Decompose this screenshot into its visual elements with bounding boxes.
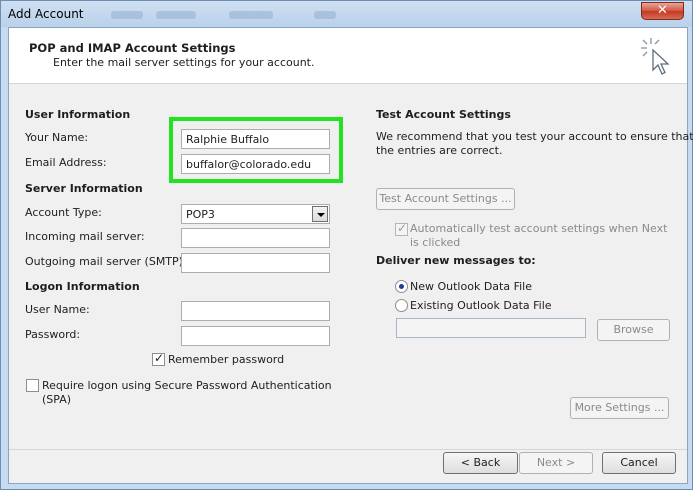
wizard-cursor-icon xyxy=(641,38,670,75)
server-information-heading: Server Information xyxy=(25,182,143,195)
close-button[interactable]: ✕ xyxy=(641,2,684,20)
back-button[interactable]: < Back xyxy=(443,452,518,474)
account-type-select[interactable]: POP3 xyxy=(181,204,330,224)
title-bar-decoration xyxy=(229,11,273,19)
test-description: We recommend that you test your account … xyxy=(376,130,693,143)
account-type-value: POP3 xyxy=(186,208,215,221)
dialog-header: POP and IMAP Account Settings Enter the … xyxy=(9,28,687,84)
spa-label: Require logon using Secure Password Auth… xyxy=(42,379,332,392)
password-field[interactable] xyxy=(181,326,330,346)
outgoing-server-label: Outgoing mail server (SMTP): xyxy=(25,255,187,268)
remember-password-label: Remember password xyxy=(168,353,285,366)
footer-divider xyxy=(9,449,687,450)
title-bar-decoration xyxy=(111,11,143,19)
new-data-file-label: New Outlook Data File xyxy=(410,280,532,293)
deliver-messages-heading: Deliver new messages to: xyxy=(376,254,536,267)
outgoing-server-field[interactable] xyxy=(181,253,330,273)
incoming-server-label: Incoming mail server: xyxy=(25,230,145,243)
spa-checkbox[interactable] xyxy=(26,379,39,392)
title-bar-decoration xyxy=(314,11,336,19)
auto-test-checkbox[interactable] xyxy=(395,221,408,236)
auto-test-label: Automatically test account settings when… xyxy=(410,222,668,235)
window-title: Add Account xyxy=(8,7,84,21)
existing-data-file-path[interactable] xyxy=(396,318,586,338)
test-account-settings-heading: Test Account Settings xyxy=(376,108,511,121)
page-subtitle: Enter the mail server settings for your … xyxy=(53,56,315,69)
cancel-button[interactable]: Cancel xyxy=(602,452,676,474)
user-name-field[interactable] xyxy=(181,301,330,321)
auto-test-label-continued: is clicked xyxy=(410,236,461,249)
title-bar-decoration xyxy=(156,11,196,19)
dialog-content: POP and IMAP Account Settings Enter the … xyxy=(8,27,693,484)
user-name-label: User Name: xyxy=(25,303,90,316)
password-label: Password: xyxy=(25,328,81,341)
your-name-label: Your Name: xyxy=(25,131,89,144)
email-address-label: Email Address: xyxy=(25,156,107,169)
add-account-window: Add Account ✕ POP and IMAP Account Setti… xyxy=(0,0,693,490)
existing-data-file-label: Existing Outlook Data File xyxy=(410,299,552,312)
browse-button[interactable]: Browse xyxy=(597,319,670,341)
test-account-settings-button[interactable]: Test Account Settings ... xyxy=(376,188,515,210)
test-description-continued: the entries are correct. xyxy=(376,144,503,157)
highlight-box xyxy=(169,117,343,183)
remember-password-checkbox[interactable] xyxy=(152,351,165,366)
more-settings-button[interactable]: More Settings ... xyxy=(570,397,669,419)
user-information-heading: User Information xyxy=(25,108,131,121)
incoming-server-field[interactable] xyxy=(181,228,330,248)
next-button[interactable]: Next > xyxy=(519,452,593,474)
logon-information-heading: Logon Information xyxy=(25,280,140,293)
close-icon: ✕ xyxy=(657,3,668,18)
new-data-file-radio[interactable] xyxy=(395,280,408,293)
spa-label-continued: (SPA) xyxy=(42,393,72,406)
page-title: POP and IMAP Account Settings xyxy=(29,41,236,55)
chevron-down-icon[interactable] xyxy=(312,206,328,222)
existing-data-file-radio[interactable] xyxy=(395,299,408,312)
title-bar[interactable]: Add Account ✕ xyxy=(1,1,693,27)
account-type-label: Account Type: xyxy=(25,206,102,219)
